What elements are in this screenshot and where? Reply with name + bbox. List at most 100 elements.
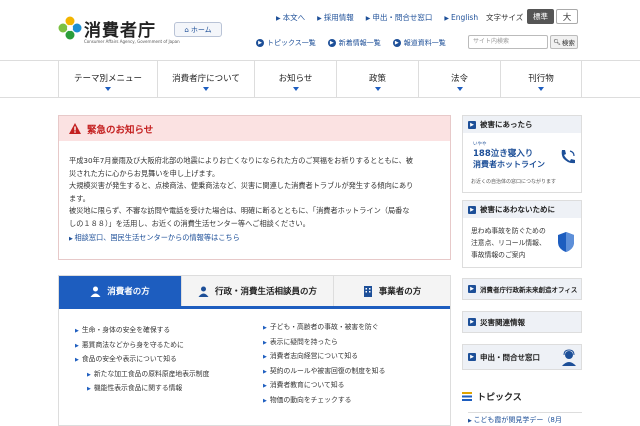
list-item[interactable]: ▶ 食品の安全や表示について知る — [75, 353, 209, 368]
consultation-link[interactable]: ▶ 相談窓口、国民生活センターからの情報等はこちら — [69, 232, 440, 246]
list-item[interactable]: ▶ 悪質商法などから身を守るために — [75, 339, 209, 354]
list-item[interactable]: ▶ 物価の動向をチェックする — [263, 394, 385, 409]
triangle-right-icon: ▶ — [365, 15, 371, 22]
arrow-square-icon: ▶ — [468, 205, 476, 214]
list-item[interactable]: ▶ 契約のルールや被害回復の制度を知る — [263, 365, 385, 380]
triangle-right-icon: ▶ — [263, 383, 267, 390]
chevron-down-icon — [374, 87, 381, 91]
nav-theme-menu[interactable]: テーマ別メニュー — [58, 61, 158, 97]
hotline-number: 188泣き寝入り — [473, 149, 534, 159]
link-recruitment[interactable]: ▶ 採用情報 — [311, 12, 360, 23]
consumer-links-left: ▶ 生命・身体の安全を確保する ▶ 悪質商法などから身を守るために ▶ 食品の安全や表… — [75, 324, 209, 397]
person-icon — [90, 286, 101, 297]
font-size-label: 文字サイズ — [486, 13, 524, 22]
list-item[interactable]: ▶ 新たな加工食品の原料原産地表示制度 — [75, 368, 209, 383]
prevention-card-header: ▶ 被害にあわないために — [463, 201, 581, 218]
triangle-right-icon: ▶ — [263, 368, 267, 375]
font-size-standard-button[interactable]: 標準 — [527, 9, 554, 24]
list-item[interactable]: ▶ 消費者志向経営について知る — [263, 350, 385, 365]
link-topics-list[interactable]: ▶ トピックス一覧 — [250, 38, 322, 48]
nav-publications[interactable]: 刊行物 — [501, 61, 582, 97]
contact-window-link[interactable]: ▶ 申出・問合せ窓口 — [462, 344, 582, 370]
emergency-header: 緊急のお知らせ — [59, 116, 450, 141]
site-logo[interactable]: 消費者庁 Consumer Affairs Agency, Government… — [58, 14, 188, 52]
audience-tabs: 消費者の方 行政・消費生活相談員の方 事業者の方 ▶ 生命・身体の安全を確保する … — [58, 275, 451, 426]
arrow-square-icon: ▶ — [468, 353, 476, 361]
tab-business[interactable]: 事業者の方 — [333, 276, 450, 306]
counselor-icon — [198, 286, 209, 297]
emergency-body: 平成30年7月豪雨及び大阪府北部の地震によりお亡くなりになられた方のご冥福をお祈… — [59, 141, 450, 245]
prevention-card[interactable]: ▶ 被害にあわないために 思わぬ事故を防ぐための 注意点、リコール情報、 事故情… — [462, 200, 582, 268]
emergency-notice: 緊急のお知らせ 平成30年7月豪雨及び大阪府北部の地震によりお亡くなりになられた… — [58, 115, 451, 260]
triangle-right-icon: ▶ — [75, 328, 79, 334]
hotline-name: 消費者ホットライン — [473, 160, 545, 169]
arrow-square-icon: ▶ — [468, 285, 476, 293]
phone-icon — [561, 150, 575, 164]
font-size-large-button[interactable]: 大 — [556, 9, 578, 24]
list-item[interactable]: ▶ 生命・身体の安全を確保する — [75, 324, 209, 339]
warning-icon — [69, 123, 81, 134]
arrow-circle-icon: ▶ — [392, 39, 401, 47]
chevron-down-icon — [292, 87, 299, 91]
link-english[interactable]: ▶ English — [438, 13, 484, 22]
nav-about[interactable]: 消費者庁について — [158, 61, 255, 97]
tab-underline — [59, 306, 450, 309]
search-button[interactable]: 🔍︎ 検索 — [550, 35, 578, 49]
chevron-down-icon — [538, 87, 544, 91]
triangle-right-icon: ▶ — [263, 354, 267, 361]
shield-icon — [558, 232, 574, 252]
logo-subtitle: Consumer Affairs Agency, Government of J… — [84, 39, 180, 44]
nav-policy[interactable]: 政策 — [337, 61, 419, 97]
link-press-list[interactable]: ▶ 報道資料一覧 — [387, 38, 452, 48]
emergency-title: 緊急のお知らせ — [87, 124, 154, 136]
topic-item[interactable]: ▶ こども霞が関見学デー（8月 — [468, 412, 582, 426]
arrow-square-icon: ▶ — [468, 120, 476, 129]
link-skip-to-content[interactable]: ▶ 本文へ — [270, 12, 311, 23]
consumer-links-right: ▶ 子ども・高齢者の事故・被害を防ぐ ▶ 表示に疑問を持ったら ▶ 消費者志向経営につ… — [263, 321, 385, 409]
emergency-line: 災された方に心からお見舞いを申し上げます。 — [69, 168, 220, 178]
house-icon: ⌂ — [184, 25, 189, 34]
link-news-list[interactable]: ▶ 新着情報一覧 — [322, 38, 387, 48]
triangle-right-icon: ▶ — [263, 325, 267, 331]
logo-text: 消費者庁 — [84, 21, 156, 41]
search-input[interactable]: サイト内検索 — [468, 35, 548, 49]
triangle-right-icon: ▶ — [276, 15, 281, 22]
emergency-line: 大規模災害が発生すると、点検商法、便乗商法など、災害に関連した消費者トラブルが発… — [69, 181, 414, 191]
hotline-card-header: ▶ 被害にあったら — [463, 116, 581, 133]
emergency-line: しの１８８）」を活用し、お近くの消費生活センター等へご相談ください。 — [69, 218, 310, 228]
tab-administration[interactable]: 行政・消費生活相談員の方 — [181, 276, 333, 306]
list-bars-icon — [462, 391, 472, 401]
topics-heading: トピックス — [462, 389, 582, 403]
search-icon: 🔍︎ — [553, 38, 561, 46]
nav-law[interactable]: 法令 — [419, 61, 501, 97]
triangle-right-icon: ▶ — [75, 342, 79, 349]
triangle-right-icon: ▶ — [75, 357, 79, 364]
arrow-circle-icon: ▶ — [327, 39, 336, 47]
emergency-line: 平成30年7月豪雨及び大阪府北部の地震によりお亡くなりになられた方のご冥福をお祈… — [69, 156, 413, 165]
home-button[interactable]: ⌂ ホーム — [174, 22, 222, 37]
list-links: ▶ トピックス一覧 ▶ 新着情報一覧 ▶ 報道資料一覧 — [250, 38, 452, 48]
emergency-line: 被災地に限らず、不審な訪問や電話を受けた場合は、明確に断るとともに、「消費者ホッ… — [69, 206, 410, 216]
list-item[interactable]: ▶ 子ども・高齢者の事故・被害を防ぐ — [263, 321, 385, 336]
link-contact[interactable]: ▶ 申出・問合せ窓口 — [360, 12, 439, 23]
building-icon — [363, 285, 372, 297]
triangle-right-icon: ▶ — [87, 371, 91, 378]
arrow-square-icon: ▶ — [468, 318, 476, 326]
triangle-right-icon: ▶ — [263, 339, 267, 346]
prevention-text: 思わぬ事故を防ぐための 注意点、リコール情報、 事故情報のご案内 — [471, 227, 546, 259]
chevron-down-icon — [203, 87, 209, 91]
disaster-info-link[interactable]: ▶ 災害関連情報 — [462, 311, 582, 333]
triangle-right-icon: ▶ — [317, 15, 322, 22]
emergency-line: ます。 — [69, 193, 90, 203]
nav-news[interactable]: お知らせ — [255, 61, 337, 97]
list-item[interactable]: ▶ 表示に疑問を持ったら — [263, 336, 385, 351]
list-item[interactable]: ▶ 消費者教育について知る — [263, 379, 385, 394]
list-item[interactable]: ▶ 機能性表示食品に関する情報 — [75, 382, 209, 397]
chevron-down-icon — [105, 87, 111, 91]
hotline-note: お近くの自治体の窓口につながります — [471, 179, 557, 185]
triangle-right-icon: ▶ — [87, 386, 91, 393]
office-link[interactable]: ▶ 消費者庁行政新未来創造オフィス — [462, 278, 582, 300]
hotline-card[interactable]: ▶ 被害にあったら いやや 188泣き寝入り 消費者ホットライン お近くの自治体… — [462, 115, 582, 193]
tab-consumers[interactable]: 消費者の方 — [59, 276, 181, 306]
arrow-circle-icon: ▶ — [256, 39, 264, 47]
